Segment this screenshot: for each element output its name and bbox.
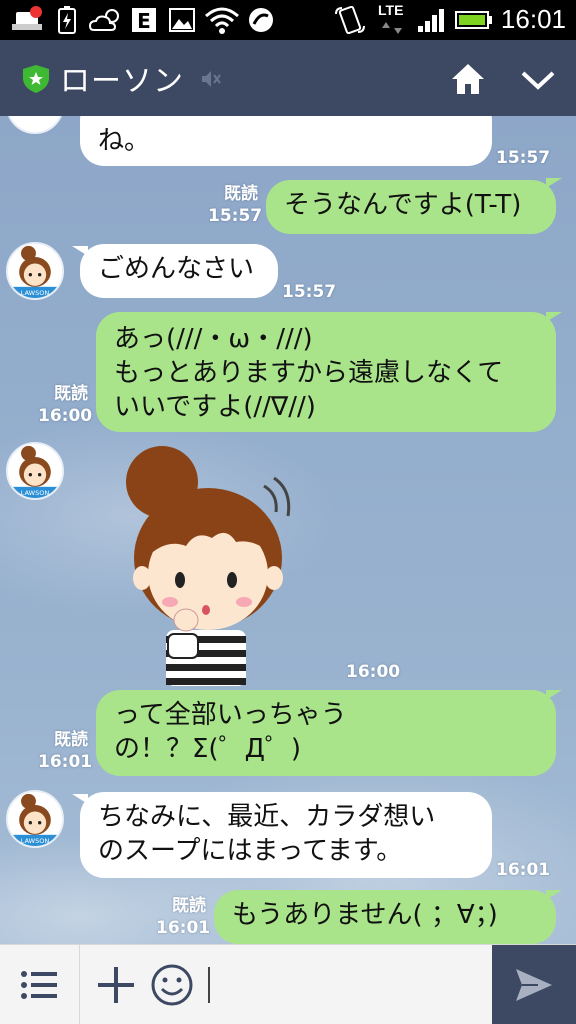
send-button[interactable] xyxy=(492,945,576,1024)
girl-thinking-sticker[interactable] xyxy=(116,438,306,686)
message-time: 16:01 xyxy=(496,860,551,880)
message-input[interactable] xyxy=(206,959,482,1011)
message-time: 15:57 xyxy=(208,206,263,226)
message-time: 15:57 xyxy=(282,282,337,302)
message-bubble-outgoing[interactable]: もうありません( ；∀；) xyxy=(214,890,556,944)
rotate-icon xyxy=(335,6,365,34)
read-receipt: 既読 xyxy=(224,184,258,204)
menu-list-icon xyxy=(21,971,57,999)
lawson-girl-avatar: LAWSON xyxy=(8,444,62,498)
emoji-icon[interactable] xyxy=(150,963,194,1007)
message-time: 16:00 xyxy=(346,662,401,682)
avatar[interactable]: LAWSON xyxy=(6,242,64,300)
lawson-avatar-label: LAWSON xyxy=(21,837,50,845)
signal-icon xyxy=(418,9,444,32)
message-bubble-incoming[interactable]: ごめんなさい xyxy=(80,244,278,298)
message-input-bar xyxy=(0,944,576,1024)
message-bubble-incoming[interactable]: ちなみに、最近、カラダ想い のスープにはまってます。 xyxy=(80,792,492,878)
wifi-icon xyxy=(205,7,239,34)
message-bubble-outgoing[interactable]: って全部いっちゃう の！？Σ(゜Д゜) xyxy=(96,690,556,776)
chat-messages[interactable]: ね。 15:57 既読 15:57 そうなんですよ(T-T) LAWSON ごめ… xyxy=(0,116,576,944)
gallery-icon xyxy=(169,8,195,32)
read-receipt: 既読 xyxy=(172,896,206,916)
status-bar: E LTE 16:01 xyxy=(0,0,576,40)
chat-header: ローソン xyxy=(0,40,576,116)
avatar[interactable]: LAWSON xyxy=(6,442,64,500)
message-time: 16:01 xyxy=(38,752,93,772)
data-arrows-icon xyxy=(382,22,402,34)
message-time: 16:01 xyxy=(156,918,211,938)
chevron-down-icon[interactable] xyxy=(520,68,556,92)
mute-icon xyxy=(202,71,221,87)
lawson-avatar-label: LAWSON xyxy=(21,489,50,497)
avatar[interactable]: LAWSON xyxy=(6,790,64,848)
sync-app-icon xyxy=(249,8,273,32)
bubble-tail xyxy=(546,890,562,900)
message-bubble-outgoing[interactable]: あっ(///・ω・///) もっとありますから遠慮しなくて いいですよ(//∇/… xyxy=(96,312,556,432)
message-bubble-outgoing[interactable]: そうなんですよ(T-T) xyxy=(266,180,556,234)
read-receipt: 既読 xyxy=(54,730,88,750)
lawson-girl-avatar: LAWSON xyxy=(8,244,62,298)
status-time: 16:01 xyxy=(500,4,566,34)
shield-star-icon xyxy=(23,65,49,93)
home-icon[interactable] xyxy=(450,62,486,96)
read-receipt: 既読 xyxy=(54,384,88,404)
bubble-tail xyxy=(546,690,562,700)
plus-icon[interactable] xyxy=(96,965,136,1005)
svg-text:E: E xyxy=(137,9,151,33)
chat-title[interactable]: ローソン xyxy=(60,56,184,100)
network-type: LTE xyxy=(378,2,404,18)
menu-button[interactable] xyxy=(0,945,80,1024)
lawson-avatar-label: LAWSON xyxy=(21,289,50,297)
e-app-icon: E xyxy=(132,8,156,33)
send-icon xyxy=(516,969,552,1001)
battery-charging-icon xyxy=(58,6,76,34)
avatar[interactable] xyxy=(6,116,64,134)
battery-icon xyxy=(455,11,492,29)
message-time: 15:57 xyxy=(496,148,551,168)
bubble-tail xyxy=(546,312,562,322)
weather-icon xyxy=(88,9,119,31)
text-cursor xyxy=(208,967,210,1003)
bubble-tail xyxy=(546,178,562,188)
message-time: 16:00 xyxy=(38,406,93,426)
notification-app-icon xyxy=(12,6,42,30)
lawson-girl-avatar: LAWSON xyxy=(8,792,62,846)
message-bubble-incoming[interactable]: ね。 xyxy=(80,116,492,166)
